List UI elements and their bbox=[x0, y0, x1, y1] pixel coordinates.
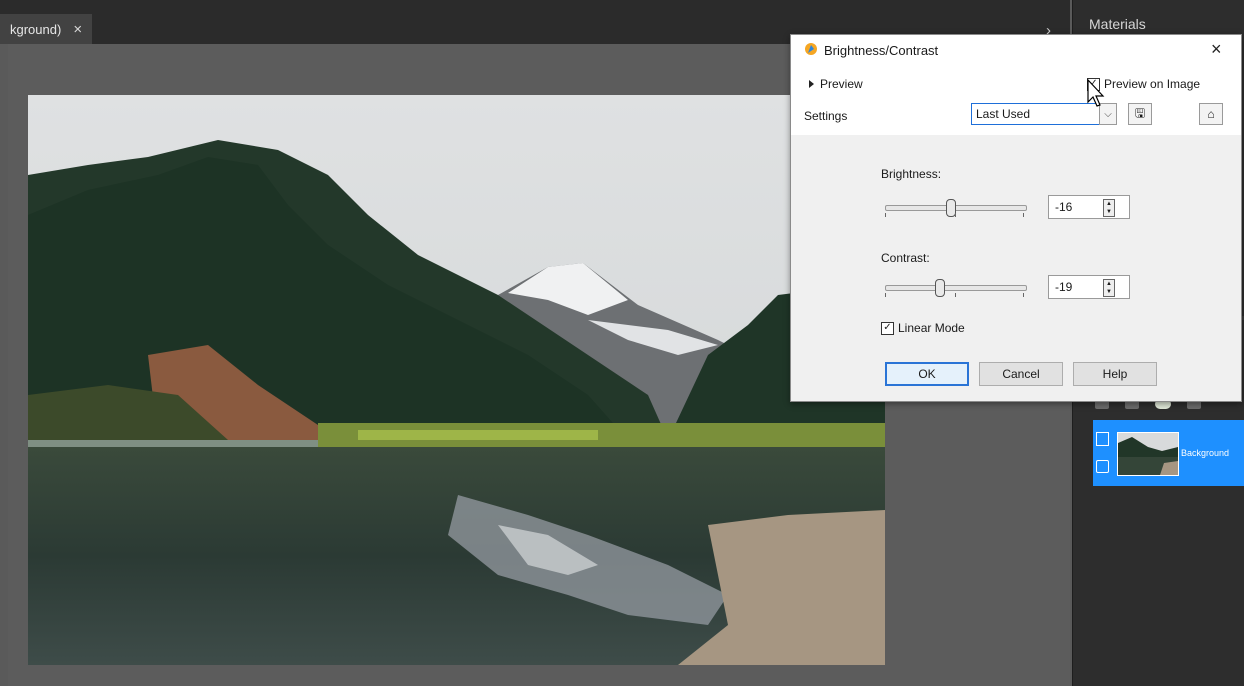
contrast-slider[interactable] bbox=[885, 279, 1027, 297]
document-tab-title: kground) bbox=[10, 21, 62, 37]
slider-track bbox=[885, 285, 1027, 291]
slider-track bbox=[885, 205, 1027, 211]
help-button[interactable]: Help bbox=[1073, 362, 1157, 386]
paintshop-app-icon bbox=[805, 43, 817, 55]
close-icon[interactable]: × bbox=[1211, 39, 1222, 60]
slider-tick bbox=[955, 293, 956, 297]
expand-triangle-icon bbox=[809, 80, 814, 88]
brightness-input[interactable]: -16 ▲ ▼ bbox=[1048, 195, 1130, 219]
linear-mode-label: Linear Mode bbox=[898, 321, 965, 335]
visibility-eye-icon[interactable] bbox=[1096, 460, 1109, 473]
slider-tick bbox=[1023, 293, 1024, 297]
brightness-value: -16 bbox=[1055, 200, 1073, 214]
settings-label: Settings bbox=[804, 109, 848, 123]
reset-icon: ⌂ bbox=[1207, 107, 1215, 121]
contrast-label: Contrast: bbox=[881, 251, 930, 265]
layer-type-icon bbox=[1096, 432, 1109, 446]
close-icon[interactable]: × bbox=[73, 21, 82, 38]
dialog-title: Brightness/Contrast bbox=[824, 43, 939, 58]
brightness-slider[interactable] bbox=[885, 199, 1027, 217]
contrast-value: -19 bbox=[1055, 280, 1073, 294]
slider-tick bbox=[955, 213, 956, 217]
layer-thumbnail bbox=[1117, 432, 1179, 476]
reset-button[interactable]: ⌂ bbox=[1199, 103, 1223, 125]
slider-tick bbox=[885, 213, 886, 217]
mouse-cursor-icon bbox=[1087, 78, 1105, 107]
linear-mode-checkbox[interactable]: Linear Mode bbox=[881, 321, 965, 335]
cancel-button[interactable]: Cancel bbox=[979, 362, 1063, 386]
preview-on-image-label: Preview on Image bbox=[1104, 77, 1201, 91]
image-canvas[interactable] bbox=[28, 95, 885, 665]
layer-label: Background bbox=[1181, 448, 1230, 458]
brightness-spinner[interactable]: ▲ ▼ bbox=[1103, 199, 1115, 217]
checkbox-icon[interactable] bbox=[881, 321, 894, 335]
brightness-contrast-dialog: Brightness/Contrast × Preview Preview on… bbox=[790, 34, 1242, 402]
contrast-input[interactable]: -19 ▲ ▼ bbox=[1048, 275, 1130, 299]
dialog-body: Brightness: -16 ▲▼ Contrast: -19 ▲▼ Line… bbox=[791, 135, 1241, 401]
slider-tick bbox=[1023, 213, 1024, 217]
materials-title: Materials bbox=[1089, 16, 1146, 32]
slider-thumb[interactable] bbox=[935, 279, 945, 297]
contrast-spinner[interactable]: ▲ ▼ bbox=[1103, 279, 1115, 297]
layer-row-background[interactable]: Background bbox=[1093, 420, 1244, 486]
save-icon: 🖫 bbox=[1134, 105, 1146, 120]
landscape-photo bbox=[28, 95, 885, 665]
slider-tick bbox=[885, 293, 886, 297]
preview-toggle[interactable]: Preview bbox=[809, 77, 863, 91]
save-preset-button[interactable]: 🖫 bbox=[1128, 103, 1152, 125]
document-tab[interactable]: kground) × bbox=[0, 14, 93, 44]
settings-value: Last Used bbox=[976, 107, 1031, 121]
brightness-label: Brightness: bbox=[881, 167, 942, 181]
preview-label: Preview bbox=[820, 77, 863, 91]
ok-button[interactable]: OK bbox=[885, 362, 969, 386]
